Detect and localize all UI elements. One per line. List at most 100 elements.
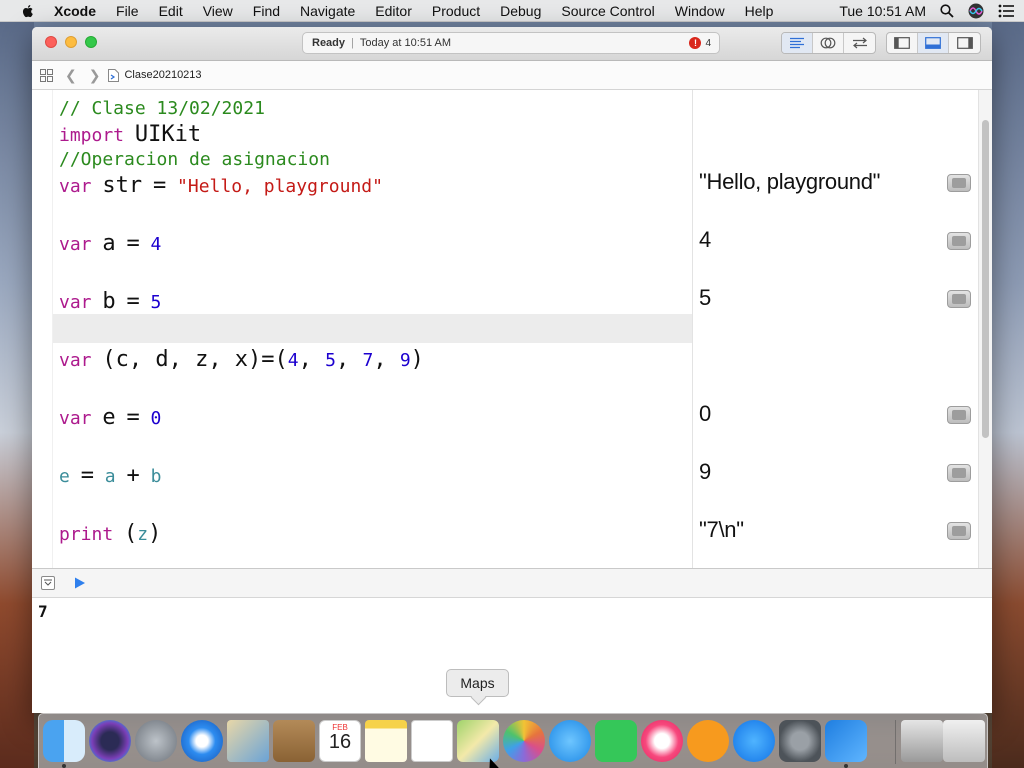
- punctuation: ,: [335, 347, 363, 372]
- playground-file-icon: [108, 68, 120, 82]
- downloads-icon[interactable]: [901, 720, 943, 762]
- quick-look-button[interactable]: [947, 464, 971, 482]
- identifier: b: [102, 289, 116, 314]
- jump-bar: ❮ ❯ Clase20210213: [32, 61, 992, 90]
- app-store-icon[interactable]: [733, 720, 775, 762]
- source-editor[interactable]: // Clase 13/02/2021 import UIKit //Opera…: [53, 90, 692, 568]
- related-items-icon: [40, 68, 53, 82]
- xcode-icon[interactable]: [825, 720, 867, 762]
- run-playground-button[interactable]: [73, 576, 87, 590]
- number-literal: 5: [150, 292, 162, 313]
- result-a: 4: [699, 227, 711, 252]
- code-line-2: import UIKit: [59, 122, 201, 149]
- number-literal: 9: [399, 350, 411, 371]
- variable-ref: a: [104, 466, 116, 487]
- result-str: "Hello, playground": [699, 169, 881, 194]
- safari-icon[interactable]: [181, 720, 223, 762]
- quick-look-button[interactable]: [947, 522, 971, 540]
- standard-editor-button[interactable]: [782, 33, 813, 53]
- error-count: 4: [705, 37, 711, 49]
- menu-find[interactable]: Find: [253, 3, 280, 19]
- mail-icon[interactable]: [227, 720, 269, 762]
- back-arrow-icon[interactable]: ❮: [65, 67, 77, 84]
- minimize-window-button[interactable]: [65, 36, 77, 48]
- apple-menu-icon[interactable]: [20, 3, 36, 19]
- assistant-editor-button[interactable]: [813, 33, 844, 53]
- menu-debug[interactable]: Debug: [500, 3, 541, 19]
- itunes-icon[interactable]: [641, 720, 683, 762]
- code-line-6: var b = 5: [59, 289, 161, 316]
- quick-look-button[interactable]: [947, 290, 971, 308]
- clock[interactable]: Tue 10:51 AM: [839, 3, 926, 19]
- close-window-button[interactable]: [45, 36, 57, 48]
- calendar-icon[interactable]: FEB 16: [319, 720, 361, 762]
- standard-editor-icon: [790, 37, 804, 49]
- debug-panel-icon: [925, 37, 941, 49]
- launchpad-icon[interactable]: [135, 720, 177, 762]
- menu-edit[interactable]: Edit: [159, 3, 183, 19]
- number-literal: 4: [150, 234, 162, 255]
- menu-product[interactable]: Product: [432, 3, 480, 19]
- calendar-day: 16: [328, 731, 352, 753]
- spotlight-search-icon[interactable]: [940, 4, 954, 18]
- menu-source-control[interactable]: Source Control: [561, 3, 654, 19]
- identifier: UIKit: [134, 122, 202, 147]
- photos-icon[interactable]: [503, 720, 545, 762]
- jump-bar-file[interactable]: Clase20210213: [108, 68, 202, 82]
- contacts-icon[interactable]: [273, 720, 315, 762]
- menu-navigate[interactable]: Navigate: [300, 3, 355, 19]
- finder-icon[interactable]: [43, 720, 85, 762]
- version-editor-button[interactable]: [844, 33, 875, 53]
- number-literal: 7: [362, 350, 374, 371]
- trash-icon[interactable]: [943, 720, 985, 762]
- quick-look-button[interactable]: [947, 406, 971, 424]
- forward-arrow-icon[interactable]: ❯: [89, 67, 101, 84]
- related-items-button[interactable]: [40, 68, 53, 82]
- vertical-scrollbar[interactable]: [978, 90, 992, 568]
- result-sum: 9: [699, 459, 711, 484]
- dock-separator: [895, 720, 896, 764]
- comment: // Clase 13/02/2021: [59, 98, 265, 119]
- punctuation: ,: [373, 347, 400, 372]
- quick-look-button[interactable]: [947, 174, 971, 192]
- xcode-window: Ready | Today at 10:51 AM ! 4 ❮ ❯ Clase2…: [32, 27, 992, 713]
- variable-ref: z: [137, 524, 149, 545]
- messages-icon[interactable]: [549, 720, 591, 762]
- identifier: e: [102, 405, 116, 430]
- zoom-window-button[interactable]: [85, 36, 97, 48]
- punctuation: (: [124, 521, 138, 546]
- toggle-inspector-button[interactable]: [949, 33, 980, 53]
- code-line-7: var (c, d, z, x)=(4, 5, 7, 9): [59, 347, 424, 374]
- number-literal: 5: [325, 350, 336, 371]
- menu-view[interactable]: View: [203, 3, 233, 19]
- variable-ref: b: [150, 466, 162, 487]
- toggle-navigator-button[interactable]: [887, 33, 918, 53]
- menu-window[interactable]: Window: [675, 3, 725, 19]
- notes-icon[interactable]: [365, 720, 407, 762]
- menu-editor[interactable]: Editor: [375, 3, 412, 19]
- error-indicator[interactable]: ! 4: [689, 37, 711, 49]
- siri-icon[interactable]: [89, 720, 131, 762]
- keyword: var: [59, 408, 92, 429]
- menu-app-name[interactable]: Xcode: [54, 3, 96, 19]
- menu-file[interactable]: File: [116, 3, 139, 19]
- quick-look-button[interactable]: [947, 232, 971, 250]
- console-output: 7: [38, 602, 48, 621]
- reminders-icon[interactable]: [411, 720, 453, 762]
- scrollbar-thumb[interactable]: [982, 120, 989, 438]
- console-area[interactable]: 7: [32, 598, 992, 713]
- facetime-icon[interactable]: [595, 720, 637, 762]
- books-icon[interactable]: [687, 720, 729, 762]
- maps-icon[interactable]: [457, 720, 499, 762]
- system-preferences-icon[interactable]: [779, 720, 821, 762]
- siri-menu-icon[interactable]: [968, 3, 984, 19]
- toggle-debug-area-button[interactable]: [918, 33, 949, 53]
- hide-debug-area-button[interactable]: [41, 576, 55, 590]
- inspector-panel-icon: [956, 37, 973, 49]
- notification-center-icon[interactable]: [998, 4, 1014, 18]
- operator: =: [152, 173, 167, 198]
- running-indicator: [844, 764, 848, 768]
- dock-tooltip: Maps: [446, 669, 509, 697]
- code-line-9: e = a + b: [59, 463, 161, 490]
- menu-help[interactable]: Help: [745, 3, 774, 19]
